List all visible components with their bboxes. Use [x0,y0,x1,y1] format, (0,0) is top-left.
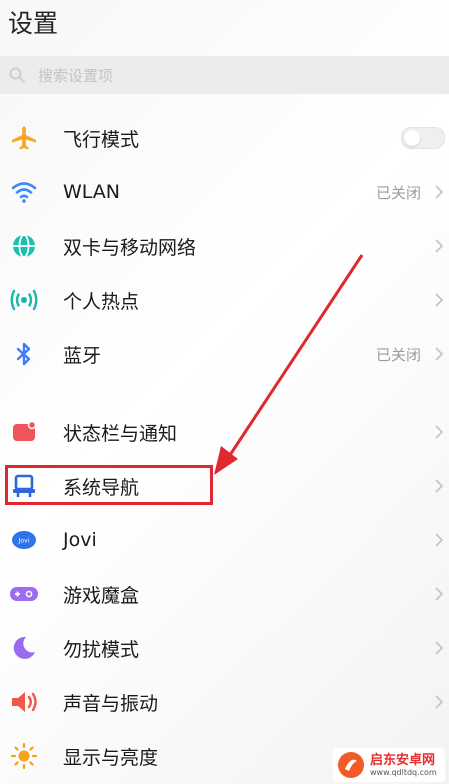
airplane-icon [8,122,40,154]
chevron-right-icon [435,185,444,199]
toggle-knob [404,130,420,146]
setting-jovi[interactable]: Jovi Jovi [0,513,449,567]
sun-icon [8,740,40,772]
setting-do-not-disturb[interactable]: 勿扰模式 [0,621,449,675]
notification-icon [8,416,40,448]
setting-game-box[interactable]: 游戏魔盒 [0,567,449,621]
svg-text:Jovi: Jovi [18,538,30,545]
speaker-icon [8,686,40,718]
setting-statusbar-notification[interactable]: 状态栏与通知 [0,405,449,459]
setting-bluetooth[interactable]: 蓝牙 已关闭 [0,327,449,381]
setting-label: 双卡与移动网络 [63,236,197,259]
gamepad-icon [8,578,40,610]
chevron-right-icon [435,239,444,253]
setting-label: 状态栏与通知 [63,422,178,445]
status-value: 已关闭 [375,345,421,364]
globe-icon [8,230,40,262]
setting-airplane-mode[interactable]: 飞行模式 [0,111,449,165]
jovi-icon: Jovi [8,524,40,556]
chevron-right-icon [435,479,444,493]
airplane-mode-toggle[interactable] [401,127,445,149]
setting-label: 蓝牙 [63,344,102,367]
setting-sim-network[interactable]: 双卡与移动网络 [0,219,449,273]
setting-label: WLAN [63,181,121,203]
search-bar[interactable]: 搜索设置项 [0,56,449,94]
watermark-url: www.qdltdq.com [370,767,437,777]
setting-label: 显示与亮度 [63,746,159,769]
chevron-right-icon [435,347,444,361]
setting-label: 个人热点 [63,290,140,313]
search-input[interactable]: 搜索设置项 [38,65,113,86]
setting-label: 游戏魔盒 [63,584,140,607]
watermark: 启东安卓网 www.qdltdq.com [333,748,445,782]
chevron-right-icon [435,425,444,439]
chevron-right-icon [435,293,444,307]
search-icon [9,67,25,83]
watermark-name: 启东安卓网 [370,752,436,768]
moon-icon [8,632,40,664]
hotspot-icon [8,284,40,316]
setting-wlan[interactable]: WLAN 已关闭 [0,165,449,219]
setting-hotspot[interactable]: 个人热点 [0,273,449,327]
chevron-right-icon [435,695,444,709]
status-value: 已关闭 [375,183,421,202]
wifi-icon [8,176,40,208]
setting-sound-vibration[interactable]: 声音与振动 [0,675,449,729]
chevron-right-icon [435,641,444,655]
page-title: 设置 [8,9,59,38]
setting-label: 飞行模式 [63,128,140,151]
annotation-highlight-box [5,465,213,505]
setting-label: Jovi [63,529,97,551]
setting-label: 勿扰模式 [63,638,140,661]
chevron-right-icon [435,587,444,601]
bluetooth-icon [8,338,40,370]
watermark-logo-icon [338,752,364,778]
chevron-right-icon [435,533,444,547]
setting-label: 声音与振动 [63,692,159,715]
